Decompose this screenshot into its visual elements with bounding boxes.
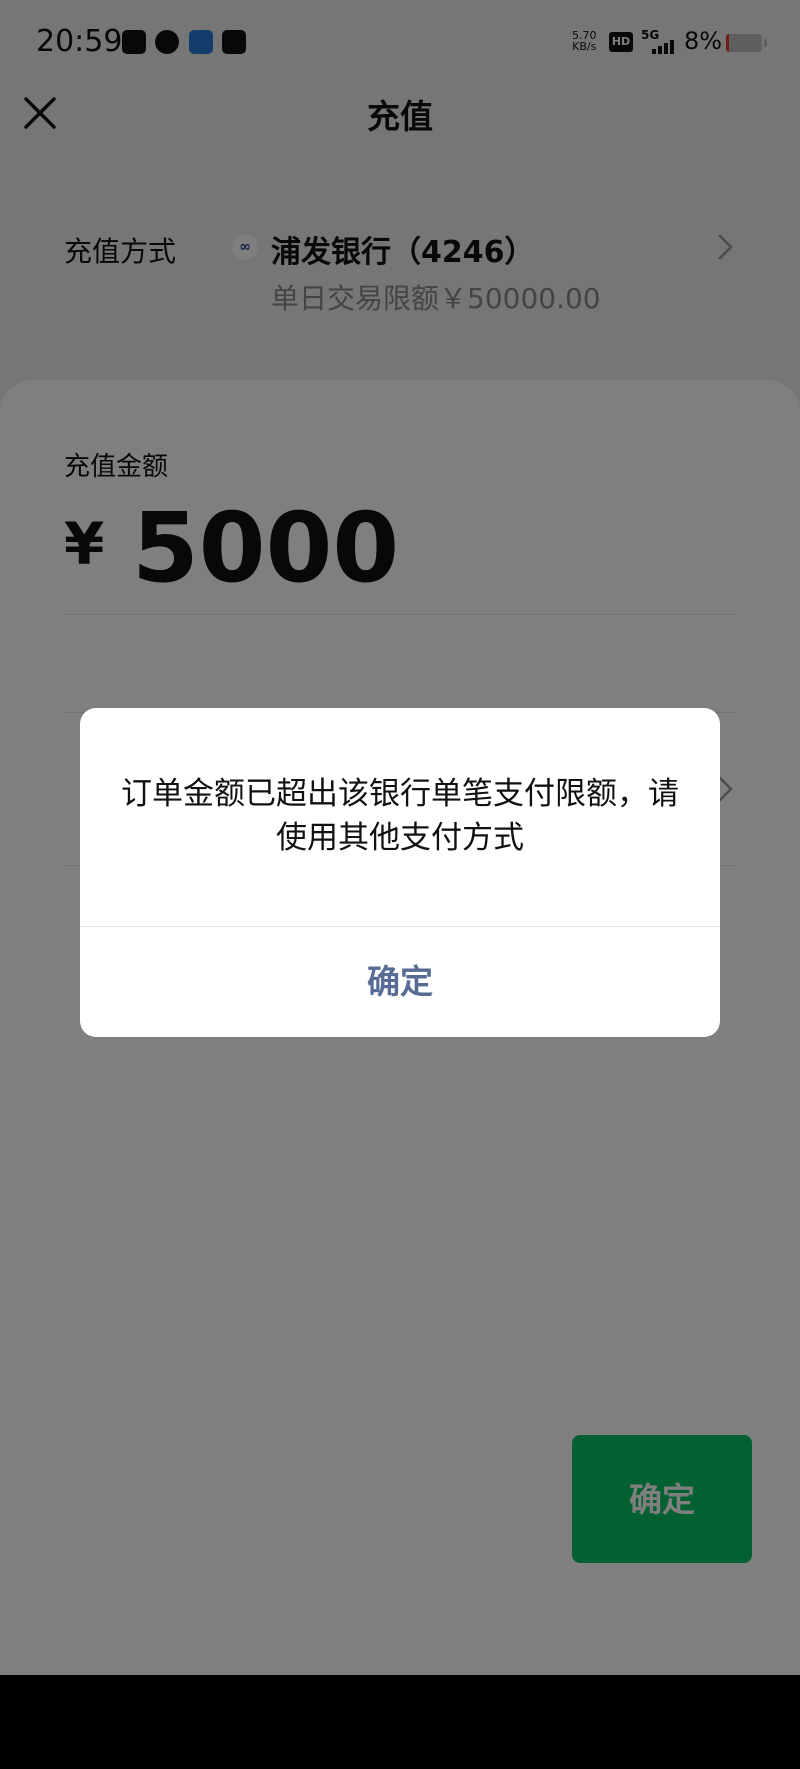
dialog-confirm-button[interactable]: 确定 bbox=[80, 927, 720, 1037]
dialog-message: 订单金额已超出该银行单笔支付限额，请使用其他支付方式 bbox=[121, 776, 679, 856]
app-screen: 20:59 5.70 KB/s HD 5G 8% 充值 充值方式 ∞ bbox=[0, 0, 800, 1675]
alert-dialog: 订单金额已超出该银行单笔支付限额，请使用其他支付方式 确定 bbox=[80, 708, 720, 1037]
